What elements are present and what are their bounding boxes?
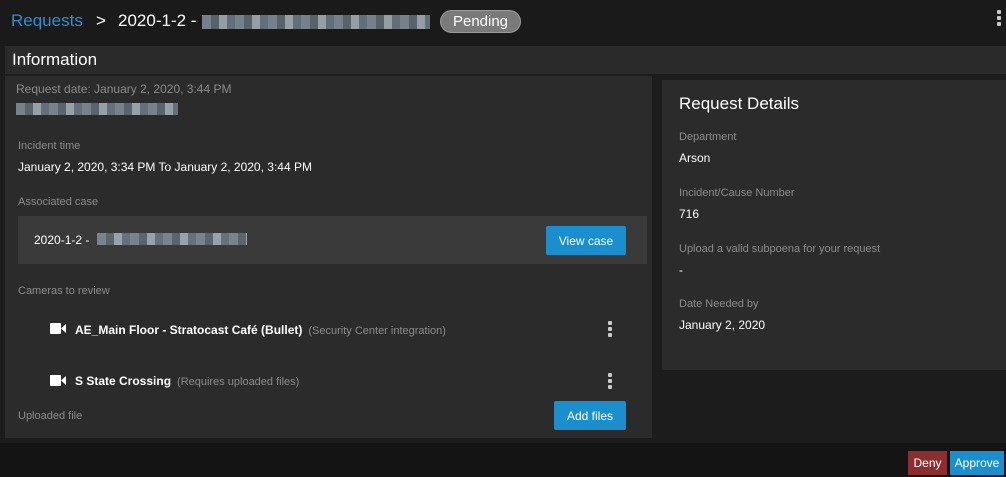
- request-date: Request date: January 2, 2020, 3:44 PM: [16, 82, 232, 96]
- redacted-case-name: [97, 233, 247, 245]
- video-camera-icon: [50, 375, 66, 386]
- department-label: Department: [679, 131, 737, 143]
- camera-note: (Requires uploaded files): [177, 376, 300, 388]
- camera-2-options-icon[interactable]: [608, 373, 612, 389]
- more-options-icon[interactable]: [997, 10, 1001, 26]
- redacted-requester: [16, 103, 178, 115]
- date-needed-value: January 2, 2020: [679, 318, 766, 332]
- action-bar: Deny Approve: [0, 443, 1006, 477]
- approve-button[interactable]: Approve: [950, 451, 1004, 475]
- view-case-button[interactable]: View case: [546, 226, 626, 255]
- camera-item-1[interactable]: AE_Main Floor - Stratocast Café (Bullet)…: [75, 323, 446, 337]
- breadcrumb-separator: >: [96, 11, 106, 30]
- request-details-title: Request Details: [679, 94, 800, 113]
- camera-item-2[interactable]: S State Crossing (Requires uploaded files…: [75, 374, 299, 388]
- camera-name: S State Crossing: [75, 374, 172, 388]
- camera-name: AE_Main Floor - Stratocast Café (Bullet): [75, 323, 303, 337]
- video-camera-icon: [50, 323, 66, 334]
- section-title: Information: [12, 50, 98, 69]
- department-value: Arson: [679, 151, 711, 165]
- associated-case-card: 2020-1-2 - View case: [18, 216, 647, 264]
- subpoena-label: Upload a valid subpoena for your request: [679, 243, 881, 255]
- add-files-button[interactable]: Add files: [554, 401, 626, 430]
- incident-time-label: Incident time: [18, 140, 81, 152]
- cameras-label: Cameras to review: [18, 285, 110, 297]
- status-badge: Pending: [440, 10, 521, 33]
- camera-note: (Security Center integration): [308, 325, 446, 337]
- associated-case-value: 2020-1-2 -: [34, 233, 90, 247]
- subpoena-value: -: [679, 263, 683, 277]
- associated-case-label: Associated case: [18, 196, 99, 208]
- request-details-panel: Request Details Department Arson Inciden…: [662, 80, 1006, 370]
- information-header: Information: [5, 46, 1006, 74]
- header-bar: Requests > 2020-1-2 - Pending: [0, 0, 1006, 44]
- incident-time-value: January 2, 2020, 3:34 PM To January 2, 2…: [18, 160, 312, 174]
- incident-number-label: Incident/Cause Number: [679, 187, 795, 199]
- information-panel: Request date: January 2, 2020, 3:44 PM I…: [5, 76, 652, 438]
- incident-number-value: 716: [679, 207, 700, 221]
- breadcrumb-requests-link[interactable]: Requests: [11, 11, 83, 31]
- date-needed-label: Date Needed by: [679, 298, 759, 310]
- deny-button[interactable]: Deny: [908, 451, 947, 475]
- redacted-request-name: [202, 15, 430, 29]
- camera-1-options-icon[interactable]: [608, 321, 612, 337]
- uploaded-file-label: Uploaded file: [18, 410, 83, 422]
- request-title: 2020-1-2 -: [118, 11, 197, 30]
